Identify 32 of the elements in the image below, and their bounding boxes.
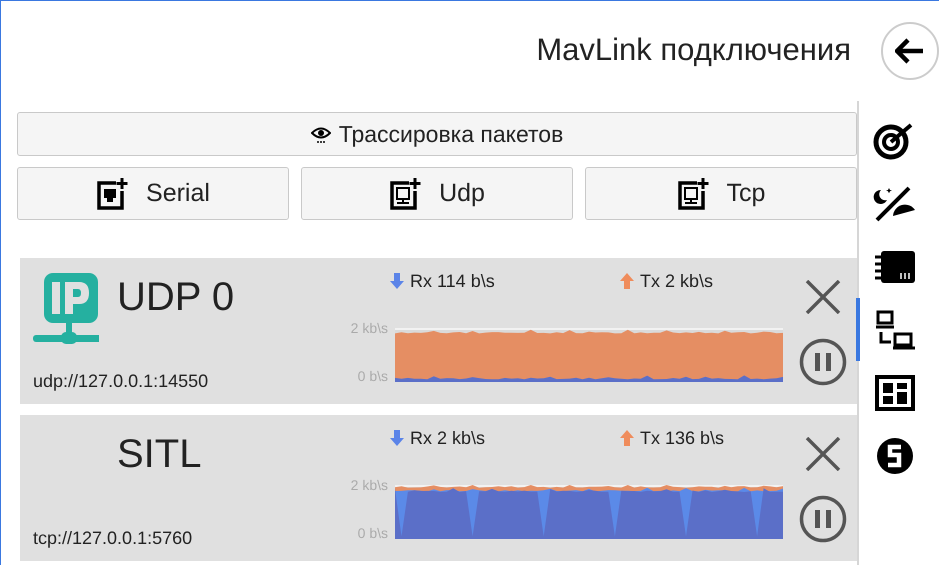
tx-rate-text: Tx 2 kb\s — [640, 270, 714, 292]
close-button[interactable] — [804, 280, 842, 314]
close-button[interactable] — [804, 437, 842, 471]
pause-button[interactable] — [799, 495, 847, 543]
pause-icon — [799, 338, 847, 386]
connection-address: tcp://127.0.0.1:5760 — [33, 528, 194, 549]
rx-rate-text: Rx 2 kb\s — [410, 428, 486, 448]
close-icon — [804, 280, 842, 314]
add-ip-icon — [676, 176, 711, 210]
connection-address: udp://127.0.0.1:14550 — [33, 371, 210, 392]
pause-icon — [799, 495, 847, 543]
down-arrow-icon — [390, 430, 404, 446]
connection-name: SITL — [117, 434, 202, 474]
add-ip-icon — [389, 176, 424, 210]
up-arrow-icon — [620, 273, 634, 289]
add-connection-button[interactable]: Udp — [301, 167, 573, 220]
close-icon — [804, 437, 842, 471]
add-connection-button[interactable]: Serial — [17, 167, 289, 220]
add-connection-button[interactable]: Tcp — [585, 167, 857, 220]
tx-rate-text: Tx 136 b\s — [640, 428, 724, 448]
back-arrow-icon — [895, 38, 925, 64]
layout-icon — [873, 372, 917, 412]
network-icon — [873, 310, 917, 350]
trace-packets-button[interactable]: Трассировка пакетов — [17, 112, 857, 156]
connection-name: UDP 0 — [117, 277, 234, 317]
add-serial-icon — [96, 176, 130, 210]
page-title: MavLink подключения — [536, 32, 851, 68]
pause-button[interactable] — [799, 338, 847, 386]
rx-rate-text: Rx 114 b\s — [410, 270, 495, 292]
down-arrow-icon — [390, 273, 404, 289]
day-night-icon — [873, 184, 917, 224]
up-arrow-icon — [620, 430, 634, 446]
